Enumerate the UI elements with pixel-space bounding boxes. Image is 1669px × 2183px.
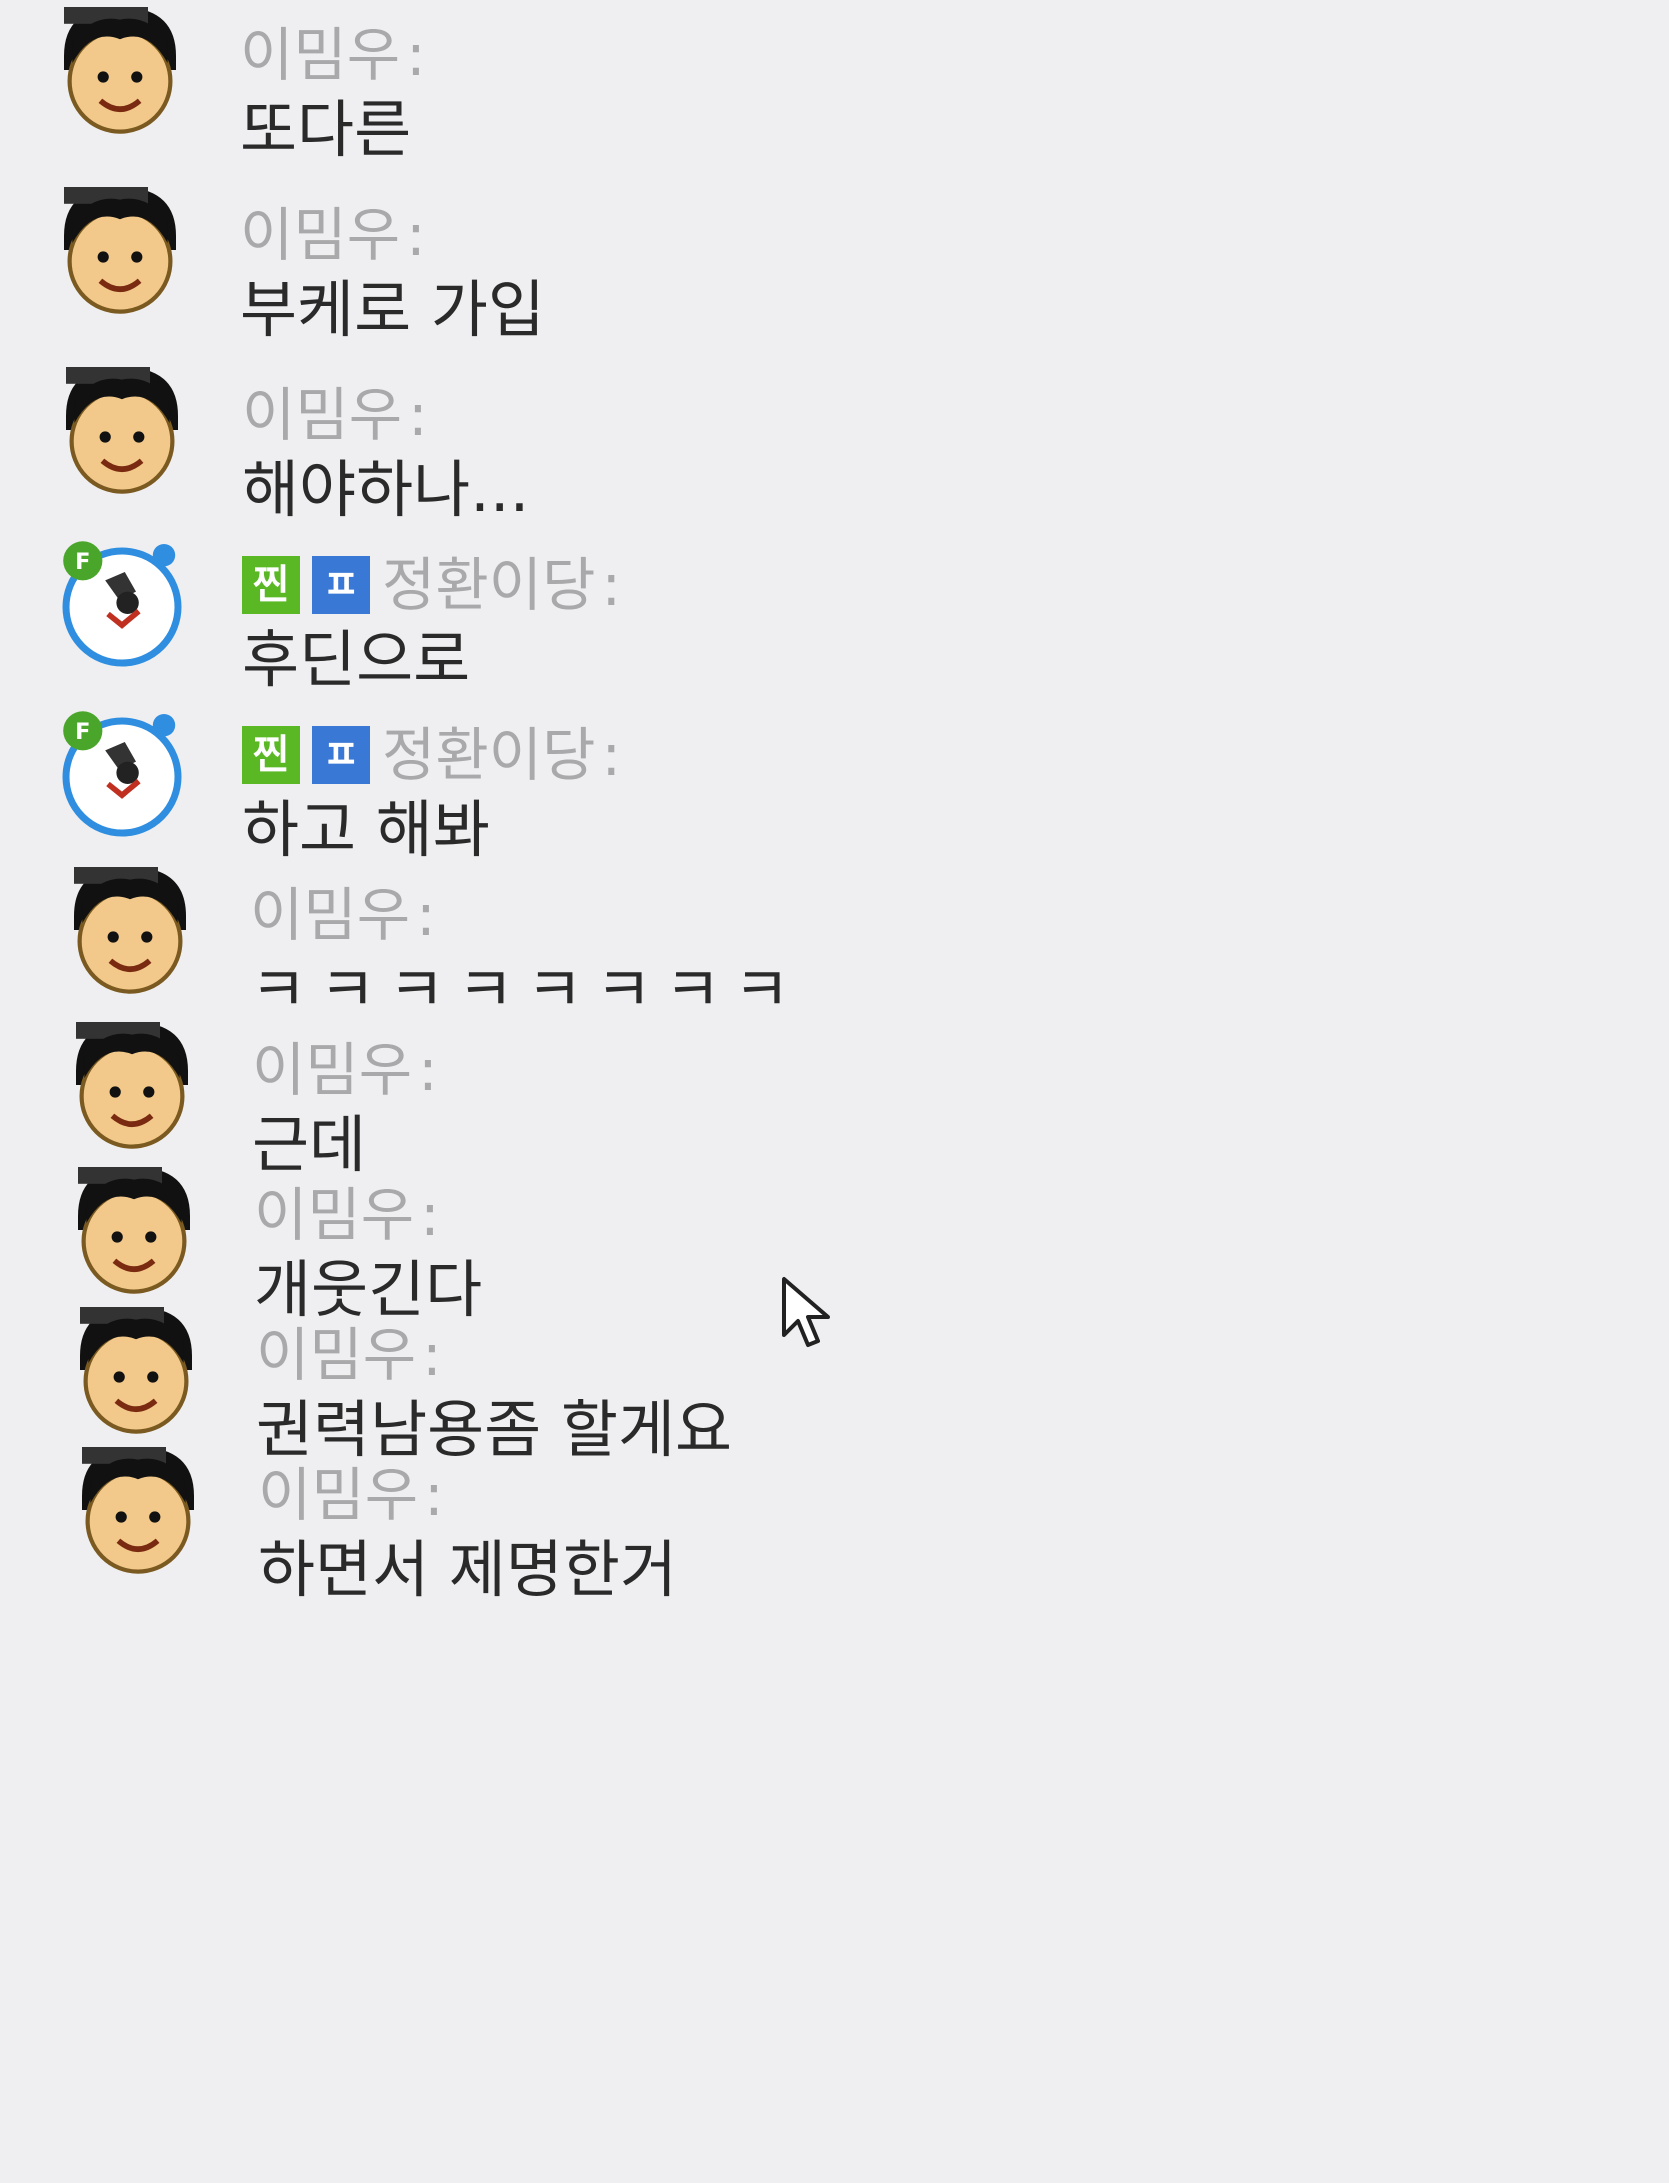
sender-separator: : xyxy=(408,381,428,449)
sender-separator: : xyxy=(406,21,426,89)
boy-face-icon[interactable] xyxy=(50,180,190,320)
sender-name[interactable]: 정환이당 xyxy=(382,720,595,790)
sender-separator: : xyxy=(601,721,621,789)
sender-name[interactable]: 이밈우 xyxy=(240,200,400,270)
message-text: 또다른 xyxy=(240,93,412,166)
boy-face-icon[interactable] xyxy=(64,1160,204,1300)
blue-circle-character-icon[interactable]: F xyxy=(52,700,192,840)
sender-name[interactable]: 이밈우 xyxy=(258,1460,418,1530)
message-header: 이밈우 : xyxy=(258,1460,444,1530)
message-text: 해야하나... xyxy=(242,453,530,526)
sender-name[interactable]: 이밈우 xyxy=(256,1320,416,1390)
sender-separator: : xyxy=(424,1461,444,1529)
mouse-pointer-icon xyxy=(780,1275,840,1355)
message-header: 이밈우 : xyxy=(250,880,436,950)
boy-face-icon[interactable] xyxy=(62,1015,202,1155)
chat-screen: 이밈우 : 또다른 이밈우 : 부케로 가입 이밈우 : 해야하나... F 찐… xyxy=(0,0,1669,2183)
message-text: 부케로 가입 xyxy=(240,273,545,346)
message-header: 이밈우 : xyxy=(256,1320,442,1390)
sender-separator: : xyxy=(418,1036,438,1104)
sender-name[interactable]: 이밈우 xyxy=(252,1035,412,1105)
message-text: 후딘으로 xyxy=(242,623,471,696)
blue-circle-character-icon[interactable]: F xyxy=(52,530,192,670)
badge-blue: ㅍ xyxy=(312,556,370,614)
boy-face-icon[interactable] xyxy=(52,360,192,500)
message-header: 이밈우 : xyxy=(254,1180,440,1250)
sender-separator: : xyxy=(420,1181,440,1249)
message-text: 하면서 제명한거 xyxy=(258,1533,677,1606)
sender-name[interactable]: 이밈우 xyxy=(242,380,402,450)
sender-separator: : xyxy=(422,1321,442,1389)
message-header: 찐 ㅍ 정환이당 : xyxy=(242,720,621,790)
badge-green: 찐 xyxy=(242,556,300,614)
message-header: 이밈우 : xyxy=(252,1035,438,1105)
sender-name[interactable]: 이밈우 xyxy=(240,20,400,90)
sender-separator: : xyxy=(406,201,426,269)
chat-message: 이밈우 : 하면서 제명한거 xyxy=(68,1440,1268,1660)
boy-face-icon[interactable] xyxy=(50,0,190,140)
svg-text:F: F xyxy=(75,549,90,575)
svg-text:F: F xyxy=(75,719,90,745)
sender-name[interactable]: 이밈우 xyxy=(250,880,410,950)
boy-face-icon[interactable] xyxy=(60,860,200,1000)
sender-separator: : xyxy=(601,551,621,619)
boy-face-icon[interactable] xyxy=(68,1440,208,1580)
message-header: 이밈우 : xyxy=(242,380,428,450)
sender-name[interactable]: 이밈우 xyxy=(254,1180,414,1250)
sender-separator: : xyxy=(416,881,436,949)
message-text: 하고 해봐 xyxy=(242,793,490,866)
message-header: 이밈우 : xyxy=(240,20,426,90)
sender-name[interactable]: 정환이당 xyxy=(382,550,595,620)
badge-green: 찐 xyxy=(242,726,300,784)
message-header: 이밈우 : xyxy=(240,200,426,270)
chat-log[interactable]: 이밈우 : 또다른 이밈우 : 부케로 가입 이밈우 : 해야하나... F 찐… xyxy=(0,0,1669,2183)
boy-face-icon[interactable] xyxy=(66,1300,206,1440)
badge-blue: ㅍ xyxy=(312,726,370,784)
message-header: 찐 ㅍ 정환이당 : xyxy=(242,550,621,620)
